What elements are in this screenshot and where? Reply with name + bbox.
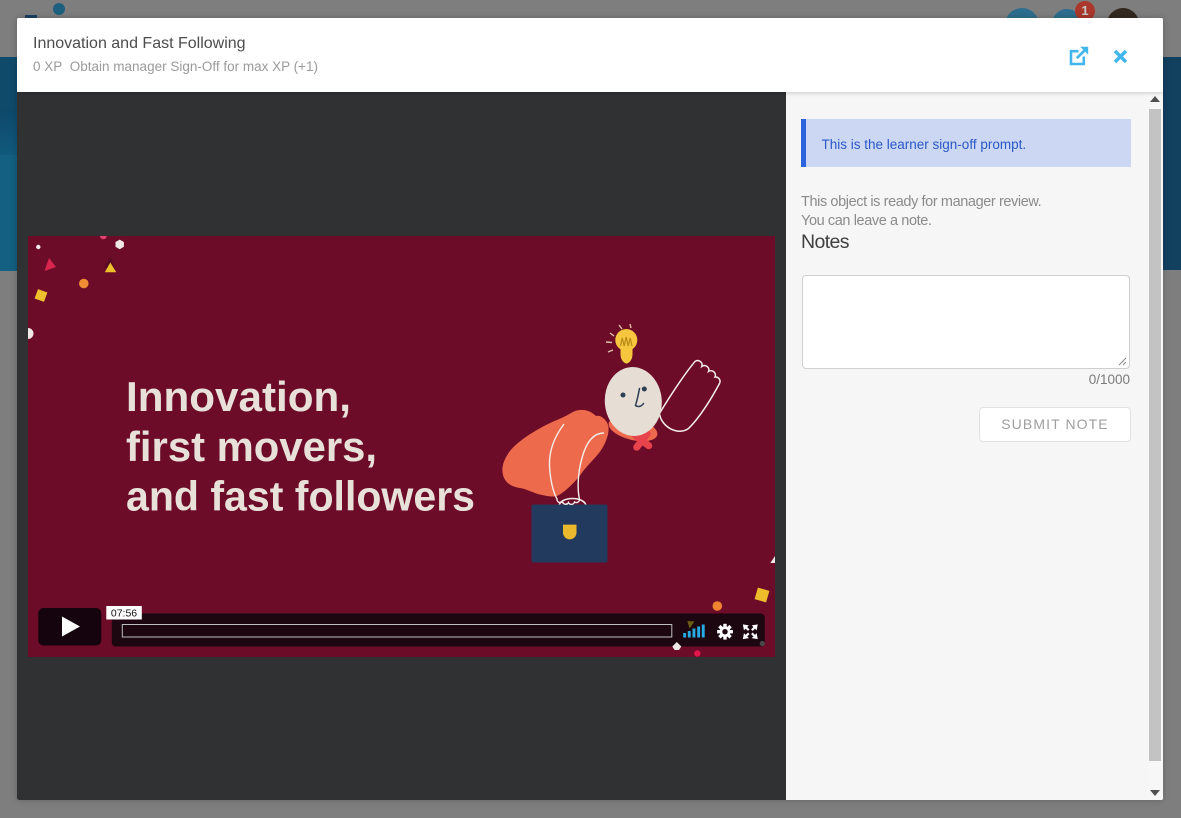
svg-text:and fast followers: and fast followers bbox=[126, 472, 475, 519]
svg-text:first movers,: first movers, bbox=[126, 423, 377, 470]
svg-text:Innovation,: Innovation, bbox=[126, 373, 351, 420]
svg-text:07:56: 07:56 bbox=[110, 608, 136, 620]
